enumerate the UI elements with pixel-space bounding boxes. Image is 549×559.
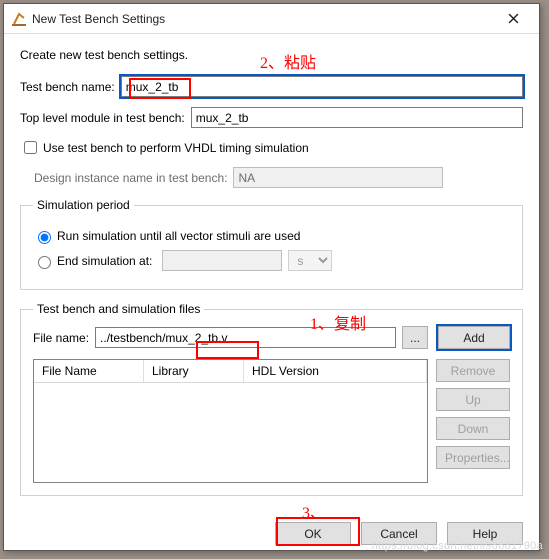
- file-list-header: File Name Library HDL Version: [34, 360, 427, 383]
- ok-button[interactable]: OK: [275, 522, 351, 545]
- close-button[interactable]: [491, 5, 535, 33]
- dialog-content: Create new test bench settings. Test ben…: [4, 34, 539, 520]
- end-at-input: [162, 250, 282, 271]
- properties-button: Properties...: [436, 446, 510, 469]
- test-bench-name-row: Test bench name:: [20, 76, 523, 97]
- run-all-radio[interactable]: [38, 231, 51, 244]
- run-all-radio-row[interactable]: Run simulation until all vector stimuli …: [33, 228, 510, 244]
- vhdl-timing-label: Use test bench to perform VHDL timing si…: [43, 141, 309, 155]
- test-bench-name-input[interactable]: [121, 76, 523, 97]
- add-button[interactable]: Add: [438, 326, 510, 349]
- app-icon: [12, 12, 26, 26]
- col-library[interactable]: Library: [144, 360, 244, 382]
- dialog-window: New Test Bench Settings Create new test …: [3, 3, 540, 551]
- file-name-input[interactable]: [95, 327, 396, 348]
- top-module-input[interactable]: [191, 107, 523, 128]
- file-name-label: File name:: [33, 331, 89, 345]
- cancel-button[interactable]: Cancel: [361, 522, 437, 545]
- down-button: Down: [436, 417, 510, 440]
- col-hdl-version[interactable]: HDL Version: [244, 360, 427, 382]
- vhdl-timing-checkbox[interactable]: [24, 141, 37, 154]
- test-bench-name-label: Test bench name:: [20, 80, 115, 94]
- top-module-label: Top level module in test bench:: [20, 111, 185, 125]
- file-list-area: File Name Library HDL Version Remove Up …: [33, 359, 510, 483]
- design-instance-row: Design instance name in test bench:: [20, 167, 523, 188]
- files-legend: Test bench and simulation files: [33, 302, 204, 316]
- file-list-side-buttons: Remove Up Down Properties...: [428, 359, 510, 483]
- end-at-label: End simulation at:: [57, 254, 152, 268]
- files-group: Test bench and simulation files File nam…: [20, 302, 523, 496]
- run-all-label: Run simulation until all vector stimuli …: [57, 229, 300, 243]
- time-unit-select: s: [288, 250, 332, 271]
- file-name-row: File name: ... Add: [33, 326, 510, 349]
- window-title: New Test Bench Settings: [32, 12, 491, 26]
- top-module-row: Top level module in test bench:: [20, 107, 523, 128]
- file-list[interactable]: File Name Library HDL Version: [33, 359, 428, 483]
- close-icon: [508, 13, 519, 24]
- design-instance-label: Design instance name in test bench:: [34, 171, 227, 185]
- up-button: Up: [436, 388, 510, 411]
- remove-button: Remove: [436, 359, 510, 382]
- end-at-radio[interactable]: [38, 256, 51, 269]
- col-file-name[interactable]: File Name: [34, 360, 144, 382]
- simulation-period-legend: Simulation period: [33, 198, 134, 212]
- end-at-radio-row[interactable]: End simulation at: s: [33, 250, 510, 271]
- dialog-footer: OK Cancel Help: [4, 520, 539, 559]
- vhdl-timing-row: Use test bench to perform VHDL timing si…: [20, 138, 523, 157]
- browse-button[interactable]: ...: [402, 326, 428, 349]
- titlebar: New Test Bench Settings: [4, 4, 539, 34]
- simulation-period-group: Simulation period Run simulation until a…: [20, 198, 523, 290]
- design-instance-input: [233, 167, 443, 188]
- instruction-text: Create new test bench settings.: [20, 48, 523, 62]
- help-button[interactable]: Help: [447, 522, 523, 545]
